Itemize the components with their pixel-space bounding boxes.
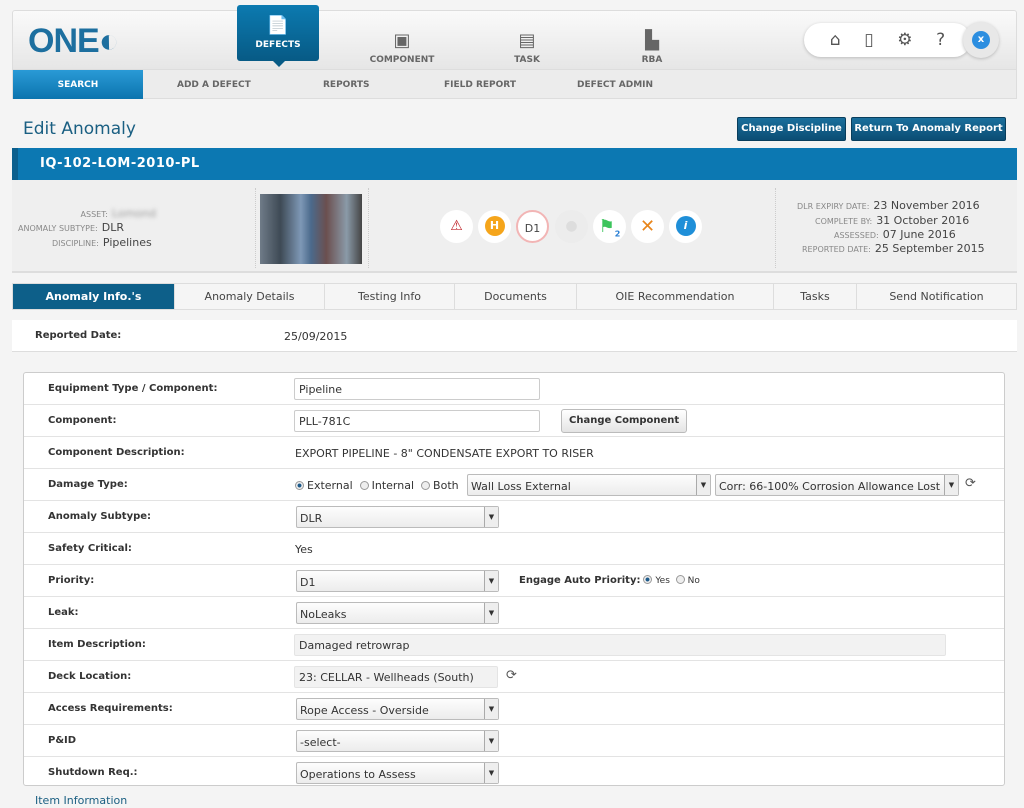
leak-drop-icon[interactable]: ● bbox=[555, 210, 588, 243]
rba-icon: ▙ bbox=[645, 30, 659, 51]
anomaly-subtype-select[interactable]: DLR ▼ bbox=[296, 506, 499, 528]
shutdown-select[interactable]: Operations to Assess ▼ bbox=[296, 762, 499, 784]
component-input[interactable]: PLL-781C bbox=[294, 410, 540, 432]
help-icon[interactable]: ? bbox=[936, 30, 945, 50]
step-tabs: Anomaly Info.'s Anomaly Details Testing … bbox=[12, 283, 1017, 310]
subnav-search[interactable]: SEARCH bbox=[13, 70, 143, 99]
deck-location-row: Deck Location: 23: CELLAR - Wellheads (So… bbox=[24, 661, 1004, 693]
damage-type-row: Damage Type: External Internal Both Wall… bbox=[24, 469, 1004, 501]
anomaly-id-banner: IQ-102-LOM-2010-PL bbox=[12, 148, 1017, 180]
asset-field: ASSET: Lomond bbox=[80, 207, 156, 220]
warning-icon[interactable]: ⚠ bbox=[440, 210, 473, 243]
tab-anomaly-info[interactable]: Anomaly Info.'s bbox=[13, 284, 175, 309]
auto-priority-yes-radio[interactable] bbox=[643, 575, 653, 584]
tools-bar: ⌂ ▯ ⚙? bbox=[804, 23, 971, 57]
damage-type-select[interactable]: Wall Loss External ▼ bbox=[467, 474, 711, 496]
anomaly-form: Equipment Type / Component: Pipeline Comp… bbox=[23, 372, 1005, 786]
chevron-down-icon: ▼ bbox=[484, 571, 498, 591]
anomaly-photo[interactable] bbox=[260, 194, 362, 264]
subnav-defect-admin[interactable]: DEFECT ADMIN bbox=[577, 70, 653, 99]
close-button[interactable]: x bbox=[963, 22, 999, 58]
reported-date-row: Reported Date: 25/09/2015 bbox=[12, 320, 1017, 352]
refresh-icon[interactable]: ⟳ bbox=[506, 668, 517, 683]
item-description-row: Item Description: Damaged retrowrap bbox=[24, 629, 1004, 661]
item-description-input[interactable]: Damaged retrowrap bbox=[294, 634, 946, 656]
module-component[interactable]: ▣ COMPONENT bbox=[362, 30, 442, 65]
priority-d1-icon[interactable]: D1 bbox=[516, 210, 549, 243]
both-radio[interactable] bbox=[421, 481, 431, 490]
module-task[interactable]: ▤ TASK bbox=[487, 30, 567, 65]
safety-row: Safety Critical: Yes bbox=[24, 533, 1004, 565]
defects-icon: 📄 bbox=[266, 15, 290, 36]
tools-icon[interactable]: ✕ bbox=[631, 210, 664, 243]
pid-select[interactable]: -select- ▼ bbox=[296, 730, 499, 752]
chevron-down-icon: ▼ bbox=[484, 507, 498, 527]
subnav-add-defect[interactable]: ADD A DEFECT bbox=[177, 70, 251, 99]
access-requirements-select[interactable]: Rope Access - Overside ▼ bbox=[296, 698, 499, 720]
damage-detail-select[interactable]: Corr: 66-100% Corrosion Allowance Lost ▼ bbox=[715, 474, 959, 496]
subnav-field-report[interactable]: FIELD REPORT bbox=[444, 70, 516, 99]
task-icon: ▤ bbox=[518, 30, 536, 51]
settings-icon[interactable]: ⚙ bbox=[897, 30, 912, 50]
tab-testing-info[interactable]: Testing Info bbox=[325, 284, 455, 309]
anomaly-summary: ASSET: Lomond ANOMALY SUBTYPE: DLR DISCIPL… bbox=[12, 180, 1017, 273]
pid-row: P&ID -select- ▼ bbox=[24, 725, 1004, 757]
subnav-reports[interactable]: REPORTS bbox=[323, 70, 369, 99]
priority-select[interactable]: D1 ▼ bbox=[296, 570, 499, 592]
tab-tasks[interactable]: Tasks bbox=[774, 284, 857, 309]
complete-by-date: COMPLETE BY: 31 October 2016 bbox=[815, 214, 970, 227]
discipline-field: DISCIPLINE: Pipelines bbox=[52, 236, 152, 249]
component-icon: ▣ bbox=[393, 30, 411, 51]
page-title: Edit Anomaly bbox=[23, 119, 136, 139]
flag-icon[interactable]: ⚑2 bbox=[593, 210, 626, 243]
change-discipline-button[interactable]: Change Discipline bbox=[737, 117, 846, 141]
external-radio[interactable] bbox=[295, 481, 304, 490]
sub-navigation: SEARCH ADD A DEFECT REPORTS FIELD REPORT… bbox=[12, 70, 1017, 99]
internal-radio[interactable] bbox=[359, 481, 369, 490]
logo[interactable]: ONE◐ bbox=[28, 22, 119, 61]
priority-row: Priority: D1 ▼ Engage Auto Priority: Yes N… bbox=[24, 565, 1004, 597]
h-badge-icon[interactable]: H bbox=[478, 210, 511, 243]
component-row: Component: PLL-781C Change Component bbox=[24, 405, 1004, 437]
tab-send-notification[interactable]: Send Notification bbox=[857, 284, 1016, 309]
chevron-down-icon: ▼ bbox=[944, 475, 958, 495]
dlr-expiry-date: DLR EXPIRY DATE: 23 November 2016 bbox=[797, 199, 980, 212]
reported-date: REPORTED DATE: 25 September 2015 bbox=[802, 242, 985, 255]
item-information-link[interactable]: Item Information bbox=[35, 794, 127, 807]
module-rba[interactable]: ▙ RBA bbox=[612, 30, 692, 65]
refresh-icon[interactable]: ⟳ bbox=[965, 476, 976, 491]
description-row: Component Description: EXPORT PIPELINE - … bbox=[24, 437, 1004, 469]
tab-oie-recommendation[interactable]: OIE Recommendation bbox=[577, 284, 774, 309]
equipment-row: Equipment Type / Component: Pipeline bbox=[24, 373, 1004, 405]
subtype-row: Anomaly Subtype: DLR ▼ bbox=[24, 501, 1004, 533]
chevron-down-icon: ▼ bbox=[484, 731, 498, 751]
subtype-field: ANOMALY SUBTYPE: DLR bbox=[18, 221, 124, 234]
tab-documents[interactable]: Documents bbox=[455, 284, 577, 309]
leak-row: Leak: NoLeaks ▼ bbox=[24, 597, 1004, 629]
chevron-down-icon: ▼ bbox=[696, 475, 710, 495]
tab-anomaly-details[interactable]: Anomaly Details bbox=[175, 284, 325, 309]
leak-select[interactable]: NoLeaks ▼ bbox=[296, 602, 499, 624]
module-defects[interactable]: 📄 DEFECTS bbox=[237, 5, 319, 67]
equipment-type-input[interactable]: Pipeline bbox=[294, 378, 540, 400]
close-icon: x bbox=[972, 31, 990, 49]
document-settings-icon[interactable]: ▯ bbox=[864, 30, 873, 50]
shutdown-row: Shutdown Req.: Operations to Assess ▼ bbox=[24, 757, 1004, 789]
return-to-report-button[interactable]: Return To Anomaly Report bbox=[851, 117, 1006, 141]
home-icon[interactable]: ⌂ bbox=[830, 30, 841, 50]
chevron-down-icon: ▼ bbox=[484, 603, 498, 623]
chevron-down-icon: ▼ bbox=[484, 763, 498, 783]
access-row: Access Requirements: Rope Access - Oversi… bbox=[24, 693, 1004, 725]
deck-location-input[interactable]: 23: CELLAR - Wellheads (South) bbox=[294, 666, 498, 688]
auto-priority-no-radio[interactable] bbox=[675, 575, 685, 584]
chevron-down-icon: ▼ bbox=[484, 699, 498, 719]
change-component-button[interactable]: Change Component bbox=[561, 409, 688, 433]
assessed-date: ASSESSED: 07 June 2016 bbox=[834, 228, 956, 241]
info-icon[interactable]: i bbox=[669, 210, 702, 243]
